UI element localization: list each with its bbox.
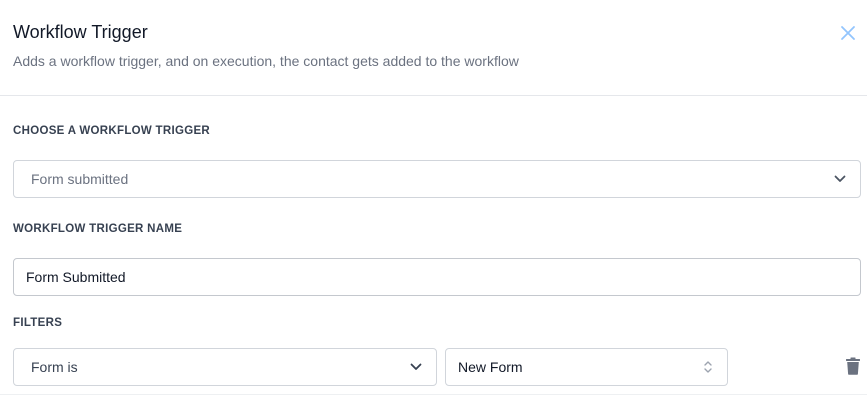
workflow-trigger-select[interactable]: Form submitted <box>13 160 861 198</box>
chevron-up-down-icon <box>703 359 713 375</box>
filters-section-label: FILTERS <box>13 317 63 329</box>
trigger-name-value: Form Submitted <box>26 269 126 285</box>
panel-subtitle: Adds a workflow trigger, and on executio… <box>13 53 519 69</box>
panel-header: Workflow Trigger Adds a workflow trigger… <box>0 0 867 96</box>
close-icon <box>841 26 855 40</box>
trigger-name-section-label: WORKFLOW TRIGGER NAME <box>13 223 183 235</box>
filter-field-select[interactable]: Form is <box>13 348 437 386</box>
close-button[interactable] <box>838 23 858 43</box>
divider <box>0 394 867 395</box>
filter-field-value: Form is <box>31 359 78 375</box>
chevron-down-icon <box>834 175 846 183</box>
workflow-trigger-panel: Workflow Trigger Adds a workflow trigger… <box>0 0 867 399</box>
panel-title: Workflow Trigger <box>13 22 148 42</box>
trash-icon <box>846 357 860 375</box>
trigger-select-value: Form submitted <box>31 171 129 187</box>
trigger-section-label: CHOOSE A WORKFLOW TRIGGER <box>13 125 211 137</box>
filter-value-value: New Form <box>458 359 523 375</box>
filter-value-select[interactable]: New Form <box>445 348 728 386</box>
workflow-trigger-name-input[interactable]: Form Submitted <box>13 258 861 296</box>
chevron-down-icon <box>410 363 422 371</box>
delete-filter-button[interactable] <box>843 355 863 377</box>
